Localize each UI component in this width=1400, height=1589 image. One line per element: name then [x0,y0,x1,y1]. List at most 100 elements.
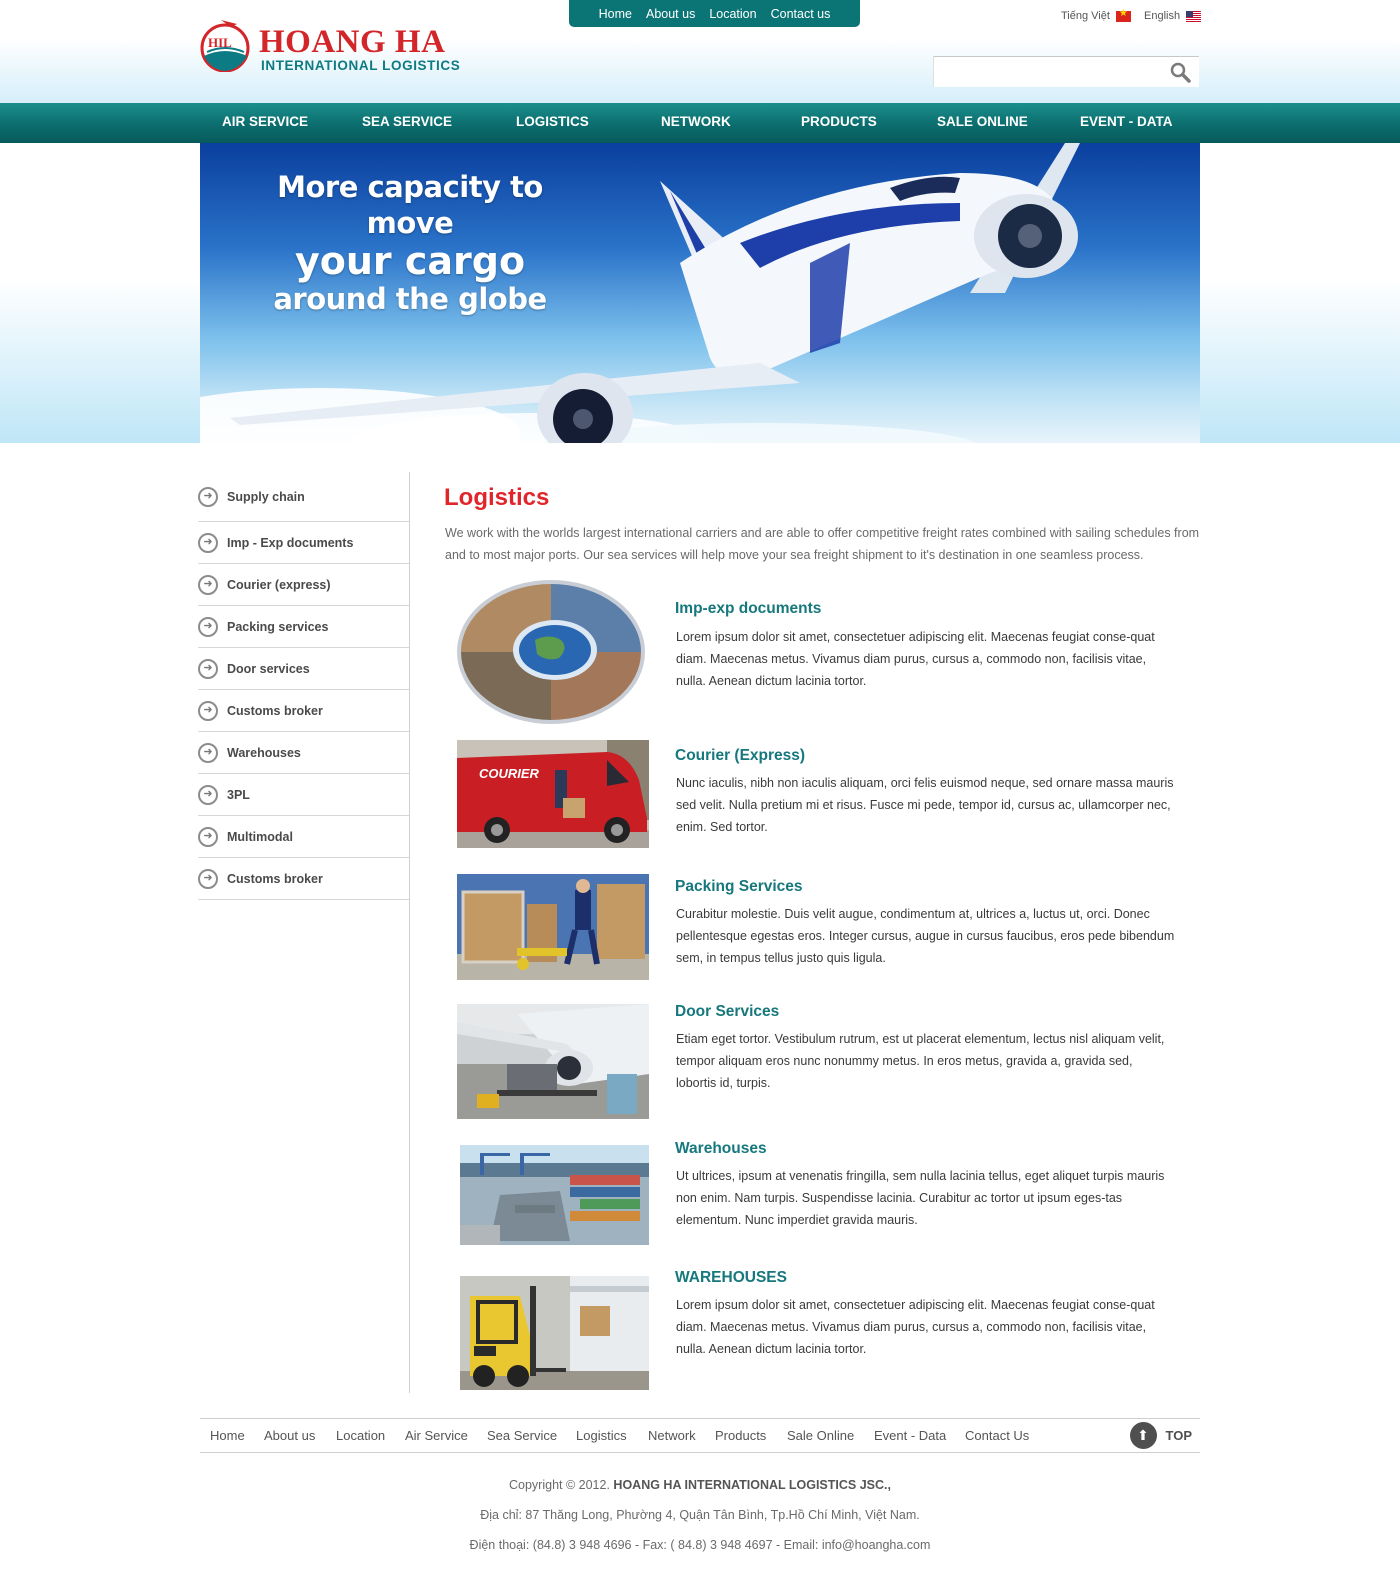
service-title[interactable]: Packing Services [675,878,803,896]
arrow-right-icon: ➜ [198,658,218,679]
service-item: COURIER Courier (Express) Nunc iaculis, … [457,740,1217,860]
service-item: Imp-exp documents Lorem ipsum dolor sit … [457,578,1217,724]
nav-logistics[interactable]: LOGISTICS [516,114,589,129]
banner-line-3: around the globe [273,282,547,316]
banner-line-2: your cargo [294,239,526,283]
logo-name: HOANG HA [259,24,446,60]
service-description: Etiam eget tortor. Vestibulum rutrum, es… [676,1032,1165,1090]
arrow-right-icon: ➜ [198,574,218,595]
sidebar: ➜ Supply chain ➜ Imp - Exp documents ➜ Cour… [198,472,410,900]
top-menu: Home About us Location Contact us [569,0,860,27]
nav-air-service[interactable]: AIR SERVICE [222,114,308,129]
nav-event-data[interactable]: EVENT - DATA [1080,114,1173,129]
arrow-up-icon: ⬆ [1129,1422,1157,1449]
sidebar-item-label: Packing services [227,619,329,634]
footer-link-contact[interactable]: Contact Us [965,1428,1029,1443]
arrow-right-icon: ➜ [198,532,218,553]
sidebar-item-customs-broker-2[interactable]: ➜ Customs broker [198,858,410,900]
service-image-packing[interactable] [457,874,649,980]
back-to-top-label: TOP [1165,1428,1193,1443]
van-label: COURIER [479,766,540,781]
footer-link-air-service[interactable]: Air Service [405,1428,468,1443]
language-english[interactable]: English [1144,10,1202,22]
search-input[interactable] [934,57,1159,85]
service-image-courier-van[interactable]: COURIER [457,740,649,848]
footer-link-sea-service[interactable]: Sea Service [487,1428,557,1443]
nav-sea-service[interactable]: SEA SERVICE [362,114,452,129]
sidebar-item-imp-exp-documents[interactable]: ➜ Imp - Exp documents [198,522,410,564]
arrow-right-icon: ➜ [198,868,218,889]
service-title[interactable]: WAREHOUSES [675,1269,787,1287]
service-image-door-services[interactable] [457,1004,649,1119]
service-description: Lorem ipsum dolor sit amet, consectetuer… [676,630,1155,688]
footer-link-about[interactable]: About us [264,1428,315,1443]
arrow-right-icon: ➜ [198,826,218,847]
footer-copyright: Copyright © 2012. HOANG HA INTERNATIONAL… [200,1478,1200,1492]
sidebar-item-label: Imp - Exp documents [227,535,354,550]
logo-subtitle: INTERNATIONAL LOGISTICS [261,58,461,73]
sidebar-item-label: Multimodal [227,829,293,844]
sidebar-item-label: Customs broker [227,703,323,718]
sidebar-item-door-services[interactable]: ➜ Door services [198,648,410,690]
footer-link-products[interactable]: Products [715,1428,766,1443]
nav-sale-online[interactable]: SALE ONLINE [937,114,1028,129]
service-item: WAREHOUSES Lorem ipsum dolor sit amet, c… [457,1269,1217,1396]
sidebar-item-3pl[interactable]: ➜ 3PL [198,774,410,816]
page: HIL HOANG HA INTERNATIONAL LOGISTICS Hom… [0,0,1400,1589]
service-item: Door Services Etiam eget tortor. Vestibu… [457,1003,1217,1124]
sidebar-item-customs-broker[interactable]: ➜ Customs broker [198,690,410,732]
footer-link-network[interactable]: Network [648,1428,696,1443]
service-image-globe[interactable] [457,578,649,724]
sidebar-item-label: 3PL [227,787,250,802]
search-box [933,56,1199,87]
sidebar-item-multimodal[interactable]: ➜ Multimodal [198,816,410,858]
top-menu-contact[interactable]: Contact us [771,7,831,21]
banner-line-1: More capacity to move [277,170,543,240]
service-item: Warehouses Ut ultrices, ipsum at venenat… [457,1140,1217,1265]
sidebar-item-warehouses[interactable]: ➜ Warehouses [198,732,410,774]
sidebar-item-label: Supply chain [227,489,305,504]
footer-link-event-data[interactable]: Event - Data [874,1428,946,1443]
arrow-right-icon: ➜ [198,616,218,637]
sidebar-item-supply-chain[interactable]: ➜ Supply chain [198,472,410,522]
service-image-port[interactable] [460,1145,649,1245]
service-title[interactable]: Imp-exp documents [675,600,821,618]
us-flag-icon [1186,10,1202,22]
top-menu-home[interactable]: Home [599,7,632,21]
sidebar-item-courier[interactable]: ➜ Courier (express) [198,564,410,606]
nav-products[interactable]: PRODUCTS [801,114,877,129]
top-menu-location[interactable]: Location [709,7,756,21]
company-logo[interactable]: HIL HOANG HA INTERNATIONAL LOGISTICS [199,16,461,76]
sidebar-item-packing-services[interactable]: ➜ Packing services [198,606,410,648]
banner-headline: More capacity to move your cargo around … [235,169,585,317]
page-title: Logistics [444,484,550,511]
hero-banner: More capacity to move your cargo around … [200,143,1200,443]
hil-logo-mark-icon: HIL [200,20,250,72]
footer-link-logistics[interactable]: Logistics [576,1428,627,1443]
sidebar-item-label: Customs broker [227,871,323,886]
service-title[interactable]: Courier (Express) [675,747,805,765]
footer-contact: Điện thoại: (84.8) 3 948 4696 - Fax: ( 8… [469,1538,931,1552]
footer-nav: Home About us Location Air Service Sea S… [200,1418,1200,1453]
main-nav: AIR SERVICE SEA SERVICE LOGISTICS NETWOR… [0,103,1400,143]
service-description: Curabitur molestie. Duis velit augue, co… [676,907,1175,965]
service-title[interactable]: Warehouses [675,1140,767,1158]
language-label: English [1144,10,1181,22]
back-to-top-button[interactable]: ⬆ TOP [1129,1422,1193,1449]
sidebar-item-label: Courier (express) [227,577,331,592]
copyright-prefix: Copyright © 2012. [509,1478,610,1492]
footer-link-home[interactable]: Home [210,1428,245,1443]
footer-link-location[interactable]: Location [336,1428,385,1443]
service-item: Packing Services Curabitur molestie. Dui… [457,874,1217,994]
service-image-forklift[interactable] [460,1276,649,1390]
sidebar-divider [409,472,410,1393]
nav-network[interactable]: NETWORK [661,114,731,129]
service-title[interactable]: Door Services [675,1003,779,1021]
language-label: Tiếng Việt [1061,10,1110,22]
footer-link-sale-online[interactable]: Sale Online [787,1428,854,1443]
service-description: Ut ultrices, ipsum at venenatis fringill… [676,1169,1165,1227]
language-vietnamese[interactable]: Tiếng Việt [1061,8,1131,22]
arrow-right-icon: ➜ [198,700,218,721]
search-icon[interactable] [1169,61,1191,83]
top-menu-about[interactable]: About us [646,7,695,21]
